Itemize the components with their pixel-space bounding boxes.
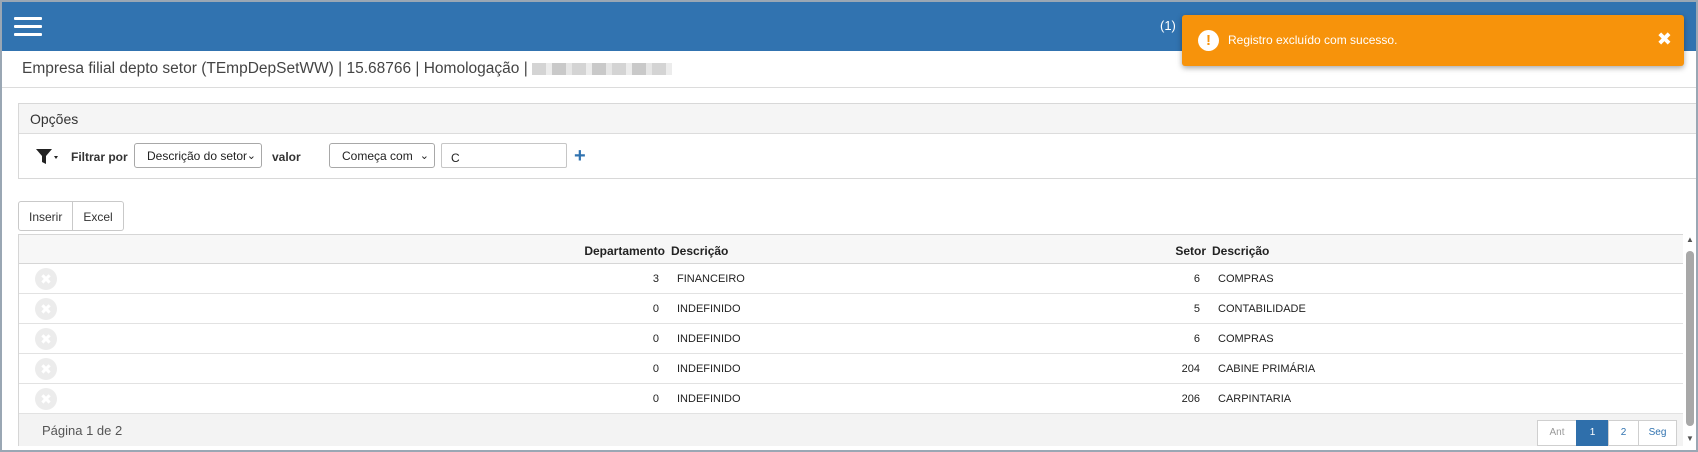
pagination: Ant 1 2 Seg [1537, 420, 1677, 446]
insert-button[interactable]: Inserir [18, 201, 74, 231]
page-info: Página 1 de 2 [42, 423, 123, 438]
grid-footer: Página 1 de 2 Ant 1 2 Seg [19, 414, 1683, 446]
cell-department-description: INDEFINIDO [677, 393, 741, 405]
redacted-user-info [531, 62, 672, 75]
success-toast: ! Registro excluído com sucesso. ✖ [1182, 15, 1684, 66]
cell-department: 0 [652, 363, 659, 375]
cell-department-description: INDEFINIDO [677, 303, 741, 315]
toast-message: Registro excluído com sucesso. [1228, 33, 1398, 47]
page-title: Empresa filial depto setor (TEmpDepSetWW… [22, 60, 672, 78]
page-button-2[interactable]: 2 [1608, 420, 1639, 446]
vertical-scrollbar[interactable]: ▲ ▼ [1684, 234, 1696, 446]
next-page-button[interactable]: Seg [1638, 420, 1677, 446]
cell-department-description: INDEFINIDO [677, 363, 741, 375]
notification-count[interactable]: (1) [1160, 18, 1176, 33]
filter-by-label: Filtrar por [71, 150, 128, 164]
cell-department-description: INDEFINIDO [677, 333, 741, 345]
chevron-down-icon: ⌄ [419, 150, 429, 162]
prev-page-button[interactable]: Ant [1537, 420, 1577, 446]
cell-sector-description: COMPRAS [1218, 333, 1274, 345]
delete-row-icon[interactable]: ✖ [35, 298, 57, 320]
filter-operator-value: Começa com [342, 149, 413, 163]
column-header-department-description[interactable]: Descrição [671, 244, 728, 258]
grid-header: Departamento Descrição Setor Descrição [19, 234, 1683, 264]
page-title-text: Empresa filial depto setor (TEmpDepSetWW… [22, 60, 528, 77]
cell-sector: 6 [1193, 273, 1200, 285]
column-header-sector-description[interactable]: Descrição [1212, 244, 1269, 258]
table-row[interactable]: ✖ 0 INDEFINIDO 5 CONTABILIDADE [19, 294, 1683, 324]
cell-department: 0 [652, 393, 659, 405]
scrollbar-thumb[interactable] [1686, 251, 1694, 426]
filter-value-input[interactable] [441, 143, 567, 168]
hamburger-menu-icon[interactable] [14, 17, 42, 37]
page-button-1[interactable]: 1 [1576, 420, 1609, 446]
delete-row-icon[interactable]: ✖ [35, 268, 57, 290]
exclamation-circle-icon: ! [1198, 30, 1219, 51]
value-label: valor [272, 150, 301, 164]
filter-row: Filtrar por Descrição do setor ⌄ valor C… [19, 134, 1696, 179]
toast-close-icon[interactable]: ✖ [1657, 29, 1672, 49]
cell-department: 0 [652, 303, 659, 315]
scroll-up-arrow-icon[interactable]: ▲ [1686, 235, 1694, 244]
cell-sector-description: COMPRAS [1218, 273, 1274, 285]
delete-row-icon[interactable]: ✖ [35, 328, 57, 350]
column-header-department[interactable]: Departamento [559, 244, 665, 258]
chevron-down-icon: ⌄ [246, 150, 256, 162]
filter-operator-select[interactable]: Começa com ⌄ [329, 143, 435, 168]
cell-department-description: FINANCEIRO [677, 273, 745, 285]
options-title: Opções [19, 104, 1696, 134]
table-row[interactable]: ✖ 0 INDEFINIDO 6 COMPRAS [19, 324, 1683, 354]
grid-toolbar: Inserir Excel [18, 201, 124, 231]
funnel-dropdown-icon[interactable] [35, 147, 59, 167]
excel-button[interactable]: Excel [73, 201, 124, 231]
cell-sector: 204 [1181, 363, 1200, 375]
filter-field-select[interactable]: Descrição do setor ⌄ [134, 143, 262, 168]
scroll-down-arrow-icon[interactable]: ▼ [1686, 434, 1694, 443]
delete-row-icon[interactable]: ✖ [35, 388, 57, 410]
table-row[interactable]: ✖ 3 FINANCEIRO 6 COMPRAS [19, 264, 1683, 294]
cell-sector-description: CARPINTARIA [1218, 393, 1292, 405]
table-row[interactable]: ✖ 0 INDEFINIDO 206 CARPINTARIA [19, 384, 1683, 414]
add-filter-icon[interactable]: + [574, 145, 586, 168]
cell-sector-description: CONTABILIDADE [1218, 303, 1306, 315]
header-divider [2, 87, 1696, 88]
column-header-sector[interactable]: Setor [1119, 244, 1206, 258]
cell-sector: 6 [1193, 333, 1200, 345]
delete-row-icon[interactable]: ✖ [35, 358, 57, 380]
cell-department: 3 [652, 273, 659, 285]
cell-sector: 206 [1181, 393, 1200, 405]
table-row[interactable]: ✖ 0 INDEFINIDO 204 CABINE PRIMÁRIA [19, 354, 1683, 384]
cell-sector: 5 [1193, 303, 1200, 315]
data-grid: Departamento Descrição Setor Descrição ✖… [18, 234, 1683, 446]
options-panel: Opções Filtrar por Descrição do setor ⌄ … [18, 103, 1696, 179]
cell-sector-description: CABINE PRIMÁRIA [1218, 363, 1316, 375]
filter-field-value: Descrição do setor [147, 149, 248, 163]
cell-department: 0 [652, 333, 659, 345]
